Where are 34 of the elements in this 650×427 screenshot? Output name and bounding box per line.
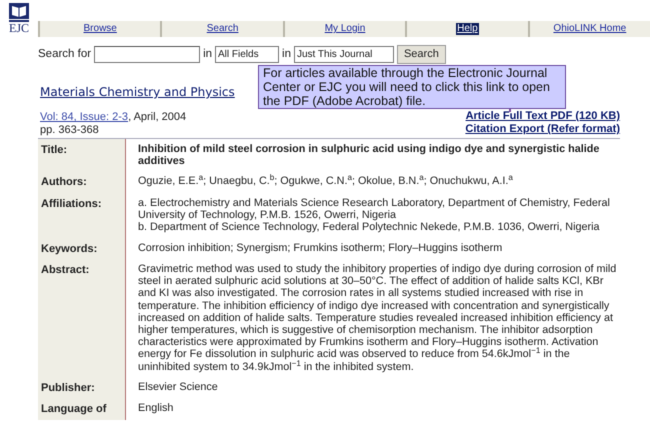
issue-line: Vol: 84, Issue: 2-3, April, 2004	[40, 111, 186, 124]
nav-link[interactable]: Browse	[82, 23, 118, 35]
in-label: in	[203, 46, 212, 62]
nav-link[interactable]: My Login	[324, 23, 366, 35]
tooltip: For articles available through the Electronic Journal Center or EJC you will need to click this link to open the PDF (Adobe Acrobat) file.	[258, 65, 566, 109]
scope-dropdown[interactable]: Just This Journal	[294, 46, 394, 63]
field-value: Elsevier Science	[138, 380, 219, 394]
field-label: Publisher:	[41, 382, 95, 394]
field-value: Corrosion inhibition; Synergism; Frumkins isotherm; Flory–Huggins isotherm	[138, 242, 504, 254]
field-value: b. Department of Science Technology, Federal Polytechnic Nekede, P.M.B. 1036, Owerri, Nigeria	[138, 221, 601, 234]
nav-link[interactable]: OhioLINK Home	[552, 23, 628, 35]
nav-link[interactable]: Help	[456, 23, 479, 35]
issue-link[interactable]: Vol: 84, Issue: 2-3	[40, 111, 128, 123]
download-link[interactable]: Article Full Text PDF (120 KB)	[466, 110, 620, 123]
pages-text: pp. 363-368	[40, 124, 100, 137]
journal-title-link[interactable]: Materials Chemistry and Physics	[40, 85, 235, 99]
field-value: English	[138, 402, 174, 415]
search-button[interactable]: Search	[396, 45, 446, 64]
field-label: Keywords:	[41, 242, 98, 255]
download-link[interactable]: Citation Export (Refer format)	[465, 123, 620, 136]
logo-text: EJC	[8, 22, 29, 34]
field-label: Affiliations:	[41, 198, 102, 210]
field-value: Gravimetric method was used to study the inhibitory properties of indigo dye during corrosion of mild steel in aerated sulphuric acid solutions at 30–50°C. The effect of addition of halide salts KCl, KBr and KI was also investigated. The corrosion rates in all systems studied increased with rise in temperature. The inhibition efficiency of indigo dye increased with concentration and synergistically increased on addition of halide salts. Temperature studies revealed increased inhibition efficiency at higher temperatures, which is suggestive of chemisorption mechanism. The inhibitor adsorption characteristics were approximated by Frumkins isotherm and Flory–Huggins isotherm. Activation energy for Fe dissolution in sulphuric acid was observed to reduce from 54.6kJmol$^{−1}$ in the uninhibited system to 34.9kJmol$^{−1}$ in the inhibited system.	[138, 263, 618, 373]
search-label: Search for	[38, 46, 92, 62]
search-field[interactable]	[94, 46, 200, 63]
field-value: Oguzie, E.E.$^{a}$; Unaegbu, C.$^{b}$; Ogukwe, C.N.$^{a}$; Okolue, B.N.$^{a}$; Onuchukwu, A.I.$^{a}$	[138, 175, 514, 188]
field-label: Title:	[41, 144, 68, 156]
field-label: Language of	[41, 403, 106, 416]
field-dropdown[interactable]: All Fields	[215, 46, 280, 63]
field-label: Abstract:	[41, 264, 90, 276]
field-value: Inhibition of mild steel corrosion in sulphuric acid using indigo dye and synergistic halide additives	[138, 143, 600, 168]
in-label: in	[282, 46, 291, 62]
nav-link[interactable]: Search	[206, 23, 240, 35]
field-label: Authors:	[41, 176, 87, 188]
